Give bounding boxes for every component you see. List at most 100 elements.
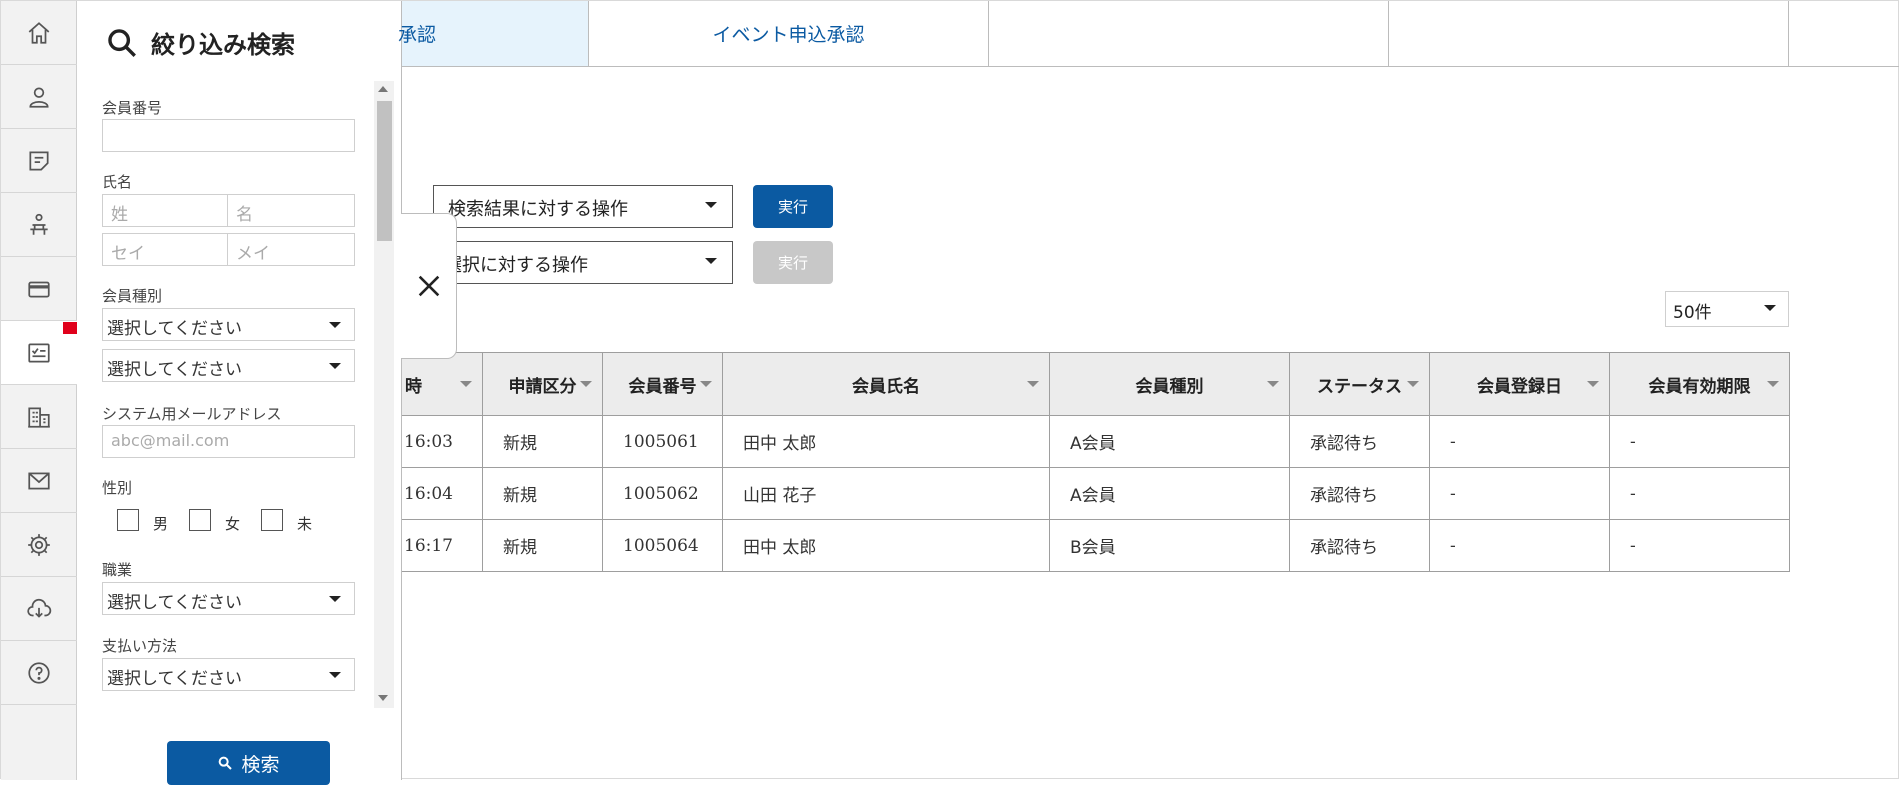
results-table-container: 時 申請区分 会員番号 会員氏名 会員種別 ステータス 会員登録日 会員有効期限… [402,341,1899,591]
approval-checklist-icon [28,342,50,363]
cell-member-number: 1005064 [602,519,723,572]
col-header-time-label: 時 [405,376,422,397]
gender-label: 性別 [102,479,133,497]
table-header-row: 時 申請区分 会員番号 会員氏名 会員種別 ステータス 会員登録日 会員有効期限 [402,352,1790,416]
sort-icon[interactable] [460,381,472,387]
sort-icon[interactable] [1027,381,1039,387]
home-icon [28,21,50,44]
rail-member[interactable] [1,65,77,129]
rail-mail[interactable] [1,449,77,513]
sort-icon[interactable] [1587,381,1599,387]
tab-empty-2[interactable] [1389,1,1789,66]
member-type-label: 会員種別 [102,287,163,305]
cell-expiration-date: - [1609,415,1790,468]
col-header-member-number[interactable]: 会員番号 [602,352,723,416]
col-header-member-name[interactable]: 会員氏名 [722,352,1050,416]
credit-card-icon [28,281,50,297]
dropdown-arrow-icon [329,322,341,328]
col-header-expiration-date[interactable]: 会員有効期限 [1609,352,1790,416]
cell-expiration-date: - [1609,519,1790,572]
selection-operation-select[interactable]: 選択に対する操作 [433,241,733,284]
rail-home[interactable] [1,1,77,65]
col-header-member-type[interactable]: 会員種別 [1049,352,1290,416]
gender-female-checkbox[interactable] [189,509,211,531]
filter-panel-title: 絞り込み検索 [105,25,295,60]
rail-organization[interactable] [1,385,77,449]
last-name-kana-input[interactable]: セイ [102,233,228,266]
filter-panel-title-text: 絞り込み検索 [151,31,295,59]
last-name-input[interactable]: 姓 [102,194,228,227]
sort-icon[interactable] [1407,381,1419,387]
execute-disabled-button[interactable]: 実行 [753,241,833,284]
panel-scrollbar-thumb[interactable] [377,101,392,241]
cell-member-type: A会員 [1049,467,1290,520]
scroll-down-icon[interactable] [378,695,388,701]
search-button[interactable]: 検索 [167,741,330,785]
cell-registration-date: - [1429,519,1610,572]
gender-unknown-label: 未 [297,515,313,533]
cell-member-number: 1005062 [602,467,723,520]
rail-help[interactable] [1,641,77,705]
sort-icon[interactable] [580,381,592,387]
gear-icon [28,533,50,556]
search-icon [108,28,136,57]
rail-settings[interactable] [1,513,77,577]
member-number-label: 会員番号 [102,99,163,117]
rail-notes[interactable] [1,129,77,193]
search-result-operation-select[interactable]: 検索結果に対する操作 [433,185,733,228]
rail-download[interactable] [1,577,77,641]
cell-status: 承認待ち [1289,519,1430,572]
member-type-select-2-value: 選択してください [107,360,242,380]
tab-event-approval[interactable]: イベント申込承認 [589,1,989,66]
tab-approval[interactable]: 承認 [398,1,589,66]
occupation-select[interactable]: 選択してください [102,582,355,615]
tab-empty-1[interactable] [989,1,1389,66]
execute-disabled-button-label: 実行 [777,254,808,272]
first-name-kana-input[interactable]: メイ [227,233,355,266]
selection-operation-value: 選択に対する操作 [444,255,588,276]
col-header-time[interactable]: 時 [402,352,483,416]
search-result-operation-value: 検索結果に対する操作 [448,199,628,220]
table-row[interactable]: 16:17 新規 1005064 田中 太郎 B会員 承認待ち - - [402,519,1790,572]
gender-male-checkbox[interactable] [117,509,139,531]
tab-event-approval-label: イベント申込承認 [712,24,865,46]
scroll-up-icon[interactable] [378,86,388,92]
dropdown-arrow-icon [1764,305,1776,311]
member-number-input[interactable] [102,119,355,152]
filter-panel-close-button[interactable] [401,213,457,359]
col-header-member-type-label: 会員種別 [1135,376,1204,397]
col-header-member-number-label: 会員番号 [628,376,697,397]
col-header-expiration-date-label: 会員有効期限 [1648,376,1751,397]
execute-button[interactable]: 実行 [753,185,833,228]
help-icon [28,661,50,684]
table-row[interactable]: 16:04 新規 1005062 山田 花子 A会員 承認待ち - - [402,467,1790,520]
rail-seminar[interactable] [1,193,77,257]
filter-panel: 絞り込み検索 会員番号 氏名 姓 名 セイ メイ 会員種別 選択してください 選… [77,1,402,785]
cell-expiration-date: - [1609,467,1790,520]
sort-icon[interactable] [1267,381,1279,387]
rail-payment[interactable] [1,257,77,321]
col-header-status-label: ステータス [1317,376,1402,397]
first-name-input[interactable]: 名 [227,194,355,227]
sort-icon[interactable] [700,381,712,387]
icon-rail [1,1,77,780]
payment-select[interactable]: 選択してください [102,658,355,691]
tab-empty-3[interactable] [1789,1,1899,66]
building-icon [28,406,50,428]
sort-icon[interactable] [1767,381,1779,387]
table-row[interactable]: 16:03 新規 1005061 田中 太郎 A会員 承認待ち - - [402,415,1790,468]
col-header-registration-date[interactable]: 会員登録日 [1429,352,1610,416]
gender-unknown-checkbox[interactable] [261,509,283,531]
close-icon [418,275,439,297]
tab-bar: 承認 イベント申込承認 [398,1,1899,67]
cell-registration-date: - [1429,467,1610,520]
member-type-select-2[interactable]: 選択してください [102,349,355,382]
dropdown-arrow-icon [329,363,341,369]
per-page-select[interactable]: 50件 [1665,291,1789,327]
system-email-input[interactable]: abc@mail.com [102,425,355,458]
search-icon [219,756,233,770]
col-header-application-type[interactable]: 申請区分 [482,352,603,416]
cell-application-type: 新規 [482,519,603,572]
member-type-select-1[interactable]: 選択してください [102,308,355,341]
col-header-status[interactable]: ステータス [1289,352,1430,416]
